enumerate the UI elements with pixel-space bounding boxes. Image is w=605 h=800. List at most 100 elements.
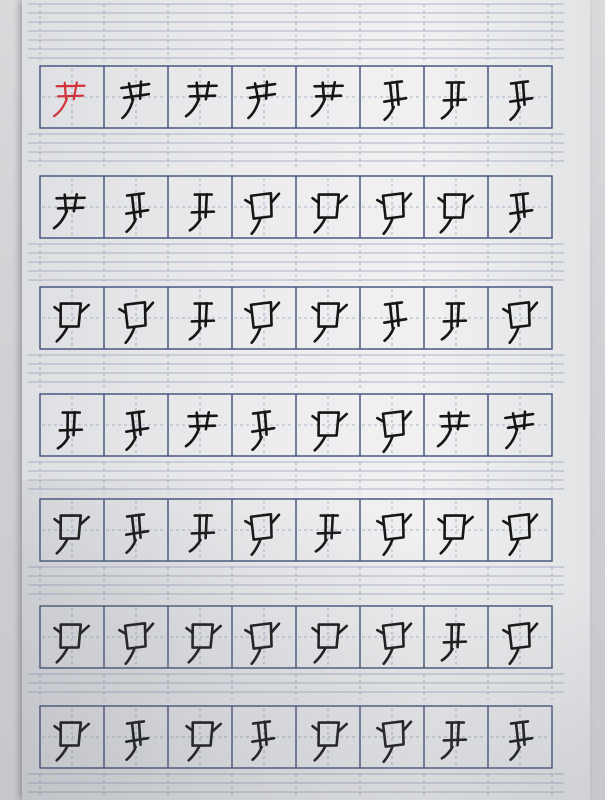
pencil-stroke (381, 720, 405, 748)
pencil-stroke (125, 192, 146, 197)
pencil-stroke (124, 325, 136, 345)
pencil-stroke (505, 427, 519, 450)
pencil-stroke (443, 514, 467, 540)
pencil-stroke (55, 196, 86, 200)
pencil-stroke (184, 97, 201, 118)
handwritten-character (437, 514, 475, 555)
pencil-stroke (246, 82, 277, 90)
pencil-stroke (250, 646, 262, 666)
pencil-stroke (313, 325, 327, 343)
pencil-stroke (251, 720, 272, 725)
pencil-stroke (187, 84, 218, 88)
handwritten-character (184, 81, 218, 118)
pencil-stroke (198, 513, 209, 542)
pencil-stroke (55, 537, 69, 555)
pencil-stroke (450, 720, 461, 749)
pencil-stroke (256, 720, 268, 749)
pencil-stroke (188, 326, 202, 341)
pencil-stroke (509, 736, 534, 743)
handwritten-character (383, 80, 408, 122)
pencil-stroke (52, 97, 68, 118)
pencil-stroke (383, 301, 404, 306)
pencil-stroke (193, 514, 214, 517)
handwritten-character (118, 622, 155, 666)
pencil-stroke (251, 435, 264, 452)
handwritten-character (125, 192, 150, 234)
pencil-stroke (55, 84, 86, 88)
pencil-stroke (125, 426, 150, 433)
pencil-stroke (509, 745, 522, 762)
pencil-stroke (66, 410, 77, 439)
pencil-stroke (324, 513, 335, 542)
handwritten-character (311, 193, 349, 234)
pencil-stroke (249, 192, 273, 220)
pencil-stroke (188, 94, 217, 98)
pencil-stroke (383, 317, 408, 324)
handwritten-character (376, 720, 413, 764)
pencil-stroke (125, 720, 146, 725)
pencil-stroke (382, 646, 394, 666)
handwritten-character (376, 192, 413, 236)
pencil-stroke (125, 529, 150, 536)
pencil-stroke (439, 537, 453, 555)
handwritten-character (440, 720, 468, 760)
pencil-stroke (251, 736, 276, 743)
pencil-stroke (251, 745, 264, 762)
pencil-stroke (251, 410, 272, 415)
handwritten-character (502, 301, 539, 345)
handwritten-character (185, 623, 223, 664)
character-practice-grid (28, 3, 564, 796)
pencil-stroke (58, 428, 84, 432)
pencil-stroke (124, 646, 136, 666)
handwritten-character (188, 192, 216, 232)
pencil-stroke (450, 80, 461, 109)
pencil-stroke (440, 326, 454, 341)
handwritten-character (53, 302, 91, 343)
pencil-stroke (436, 427, 453, 448)
pencil-stroke (188, 217, 202, 232)
handwritten-character (244, 301, 281, 345)
handwritten-character (56, 410, 84, 450)
handwritten-character (118, 301, 155, 345)
pencil-stroke (59, 721, 83, 747)
handwritten-character (502, 622, 539, 666)
pencil-stroke (450, 301, 461, 330)
pencil-stroke (381, 513, 405, 541)
pencil-stroke (508, 646, 520, 666)
pencil-stroke (382, 216, 394, 236)
handwritten-character (509, 80, 534, 122)
pencil-stroke (190, 210, 216, 214)
handwritten-character (440, 301, 468, 341)
handwritten-character (53, 623, 91, 664)
pencil-stroke (442, 319, 468, 323)
pencil-stroke (247, 97, 261, 120)
pencil-stroke (55, 325, 69, 343)
pencil-stroke (445, 721, 466, 724)
handwritten-character (311, 623, 349, 664)
pencil-stroke (250, 325, 262, 345)
pencil-stroke (509, 105, 522, 122)
pencil-stroke (316, 531, 342, 535)
pencil-stroke (193, 193, 214, 196)
pencil-stroke (55, 744, 69, 762)
handwritten-character (125, 720, 150, 762)
pencil-stroke (439, 216, 453, 234)
handwritten-character (246, 80, 277, 120)
pencil-stroke (509, 192, 530, 197)
pencil-stroke (187, 646, 201, 664)
pencil-stroke (509, 720, 530, 725)
pencil-stroke (445, 623, 466, 626)
pencil-stroke (187, 414, 218, 418)
pencil-stroke (120, 82, 151, 90)
pencil-stroke (125, 217, 138, 234)
pencil-stroke (314, 538, 328, 553)
handwritten-character (52, 193, 86, 230)
handwritten-character (310, 81, 344, 118)
pencil-stroke (388, 301, 400, 330)
pencil-stroke (382, 434, 394, 454)
pencil-stroke (508, 537, 520, 557)
pencil-stroke (125, 538, 138, 555)
pencil-stroke (313, 434, 327, 452)
pencil-stroke (313, 84, 344, 88)
pencil-stroke (313, 646, 327, 664)
